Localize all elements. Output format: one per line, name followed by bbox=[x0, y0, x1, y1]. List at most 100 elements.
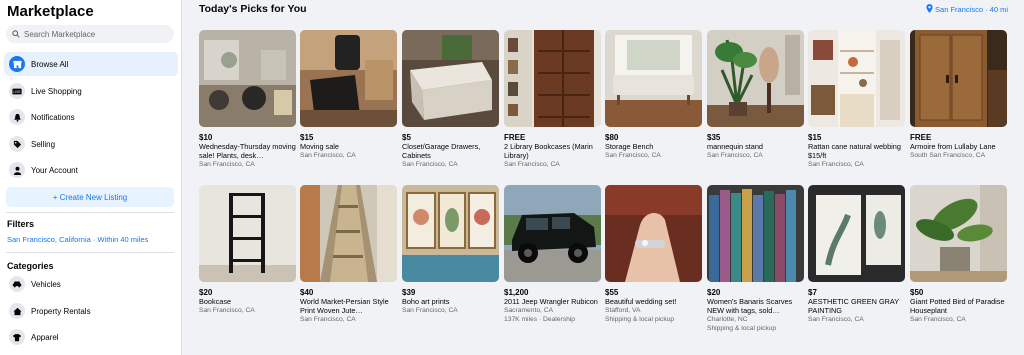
listing-photo bbox=[300, 30, 397, 127]
nav-selling[interactable]: Selling bbox=[4, 132, 178, 156]
listing-price: $20 bbox=[199, 288, 213, 297]
listing-card[interactable]: $35 mannequin stand San Francisco, CA bbox=[707, 30, 804, 160]
tag-icon bbox=[9, 136, 25, 152]
nav-label: Property Rentals bbox=[31, 306, 91, 316]
listing-card[interactable]: FREE Armoire from Lullaby Lane South San… bbox=[910, 30, 1007, 160]
listing-location: Sacramento, CA bbox=[504, 307, 554, 314]
listing-card[interactable]: $20 Bookcase San Francisco, CA bbox=[199, 185, 296, 315]
category-apparel[interactable]: Apparel bbox=[4, 325, 178, 349]
nav-browse-all[interactable]: Browse All bbox=[4, 52, 178, 76]
listing-location: San Francisco, CA bbox=[504, 161, 560, 168]
nav-label: Selling bbox=[31, 139, 56, 149]
listing-card[interactable]: FREE 2 Library Bookcases (Marin Library)… bbox=[504, 30, 601, 169]
person-icon bbox=[9, 162, 25, 178]
listing-card[interactable]: $1,200 2011 Jeep Wrangler Rubicon Sacram… bbox=[504, 185, 601, 324]
location-pin-icon bbox=[926, 4, 935, 15]
listing-card[interactable]: $80 Storage Bench San Francisco, CA bbox=[605, 30, 702, 160]
create-listing-button[interactable]: + Create New Listing bbox=[6, 187, 174, 207]
listing-title: Bookcase bbox=[199, 297, 232, 306]
listing-price: $55 bbox=[605, 288, 619, 297]
listing-photo bbox=[910, 185, 1007, 282]
listing-photo bbox=[707, 30, 804, 127]
listing-title: Rattan cane natural webbing $15/ft bbox=[808, 142, 901, 160]
category-vehicles[interactable]: Vehicles bbox=[4, 272, 178, 296]
nav-label: Live Shopping bbox=[31, 86, 82, 96]
listing-location: San Francisco, CA bbox=[808, 316, 864, 323]
listing-price: $80 bbox=[605, 133, 619, 142]
listing-card[interactable]: $15 Moving sale San Francisco, CA bbox=[300, 30, 397, 160]
listing-title: Boho art prints bbox=[402, 297, 450, 306]
listing-price: $20 bbox=[707, 288, 721, 297]
shirt-icon bbox=[9, 329, 25, 345]
listing-title: mannequin stand bbox=[707, 142, 763, 151]
listing-location: Stafford, VA bbox=[605, 307, 641, 314]
listing-price: $10 bbox=[199, 133, 213, 142]
listing-card[interactable]: $20 Women's Banaris Scarves NEW with tag… bbox=[707, 185, 804, 333]
listing-price: $39 bbox=[402, 288, 416, 297]
listing-photo bbox=[504, 30, 601, 127]
nav-your-account[interactable]: Your Account bbox=[4, 158, 178, 182]
listing-location: San Francisco, CA bbox=[199, 307, 255, 314]
sidebar-title: Marketplace bbox=[7, 3, 94, 20]
listing-photo bbox=[402, 185, 499, 282]
listing-title: Closet/Garage Drawers, Cabinets bbox=[402, 142, 481, 160]
listing-photo bbox=[910, 30, 1007, 127]
search-input[interactable] bbox=[20, 29, 160, 39]
storefront-icon bbox=[9, 56, 25, 72]
nav-label: Notifications bbox=[31, 112, 75, 122]
listing-location: San Francisco, CA bbox=[402, 161, 458, 168]
nav-notifications[interactable]: Notifications bbox=[4, 105, 178, 129]
page-title: Today's Picks for You bbox=[199, 3, 307, 15]
location-filter-link[interactable]: San Francisco, California · Within 40 mi… bbox=[7, 235, 148, 244]
svg-text:LIVE: LIVE bbox=[13, 89, 21, 93]
listing-location: San Francisco, CA bbox=[300, 152, 356, 159]
category-property-rentals[interactable]: Property Rentals bbox=[4, 299, 178, 323]
listing-location: San Francisco, CA bbox=[605, 152, 661, 159]
listing-price: $35 bbox=[707, 133, 721, 142]
location-selector[interactable]: San Francisco · 40 mi bbox=[926, 4, 1008, 15]
listing-extra: Shipping & local pickup bbox=[707, 325, 777, 332]
listing-photo bbox=[300, 185, 397, 282]
house-icon bbox=[9, 303, 25, 319]
search-box[interactable] bbox=[6, 25, 174, 43]
location-label: San Francisco · 40 mi bbox=[935, 5, 1008, 14]
listing-title: Beautiful wedding set! bbox=[605, 297, 677, 306]
divider bbox=[6, 212, 174, 213]
listing-location: Charlotte, NC bbox=[707, 316, 748, 323]
listing-card[interactable]: $39 Boho art prints San Francisco, CA bbox=[402, 185, 499, 315]
listing-photo bbox=[402, 30, 499, 127]
listing-card[interactable]: $7 AESTHETIC GREEN GRAY PAINTING San Fra… bbox=[808, 185, 905, 324]
listing-price: $40 bbox=[300, 288, 314, 297]
listing-location: San Francisco, CA bbox=[402, 307, 458, 314]
listing-price: $5 bbox=[402, 133, 411, 142]
listing-title: World Market-Persian Style Print Woven J… bbox=[300, 297, 389, 315]
listing-price: FREE bbox=[504, 133, 526, 142]
listing-title: Armoire from Lullaby Lane bbox=[910, 142, 996, 151]
listing-title: Women's Banaris Scarves NEW with tags, s… bbox=[707, 297, 793, 315]
listing-card[interactable]: $10 Wednesday-Thursday moving sale! Plan… bbox=[199, 30, 296, 169]
listing-photo bbox=[808, 185, 905, 282]
listing-card[interactable]: $55 Beautiful wedding set! Stafford, VA … bbox=[605, 185, 702, 324]
listing-card[interactable]: $50 Giant Potted Bird of Paradise Housep… bbox=[910, 185, 1007, 324]
listing-card[interactable]: $5 Closet/Garage Drawers, Cabinets San F… bbox=[402, 30, 499, 169]
listing-location: San Francisco, CA bbox=[300, 316, 356, 323]
listing-price: $7 bbox=[808, 288, 817, 297]
nav-label: Your Account bbox=[31, 165, 78, 175]
sidebar: Marketplace Browse All LIVE Live Shoppin… bbox=[0, 0, 182, 355]
listing-price: $15 bbox=[300, 133, 314, 142]
listing-location: San Francisco, CA bbox=[707, 152, 763, 159]
search-icon bbox=[12, 25, 20, 43]
listing-card[interactable]: $15 Rattan cane natural webbing $15/ft S… bbox=[808, 30, 905, 169]
listing-price: FREE bbox=[910, 133, 932, 142]
car-icon bbox=[9, 276, 25, 292]
listing-card[interactable]: $40 World Market-Persian Style Print Wov… bbox=[300, 185, 397, 324]
nav-live-shopping[interactable]: LIVE Live Shopping bbox=[4, 79, 178, 103]
listing-photo bbox=[605, 185, 702, 282]
listing-price: $1,200 bbox=[504, 288, 529, 297]
listing-title: Wednesday-Thursday moving sale! Plants, … bbox=[199, 142, 296, 160]
listing-photo bbox=[605, 30, 702, 127]
bell-icon bbox=[9, 109, 25, 125]
nav-label: Vehicles bbox=[31, 279, 61, 289]
listing-title: Moving sale bbox=[300, 142, 339, 151]
listing-photo bbox=[504, 185, 601, 282]
